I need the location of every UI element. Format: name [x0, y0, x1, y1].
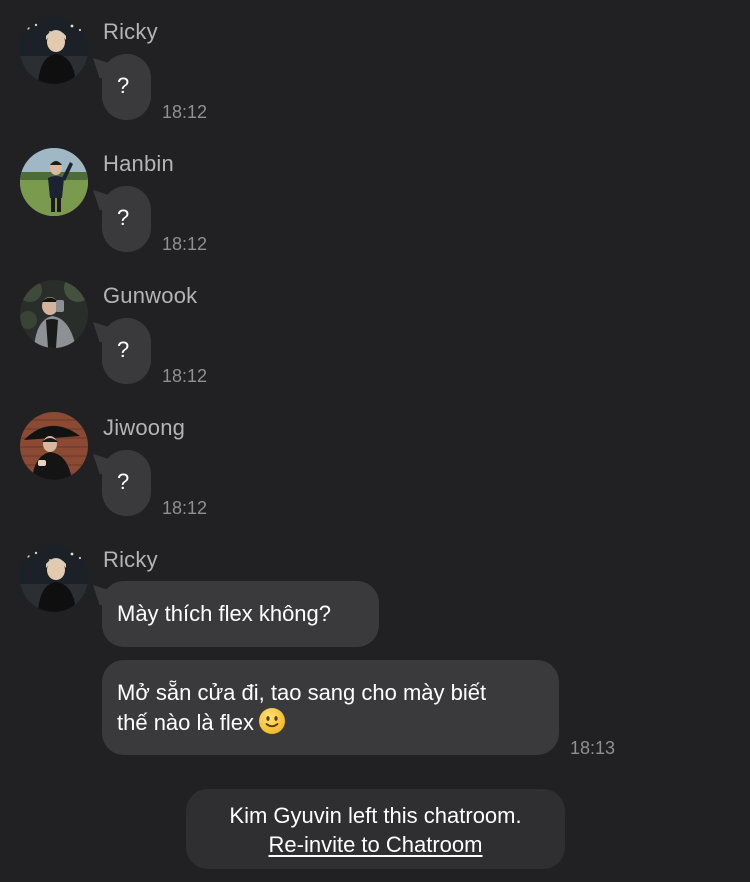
message-text: ? [117, 205, 130, 230]
message-text: ? [117, 73, 130, 98]
message-bubble[interactable]: ? [102, 450, 151, 516]
ricky-avatar[interactable] [20, 544, 88, 612]
sender-name: Jiwoong [103, 415, 186, 440]
message-text: ? [117, 469, 130, 494]
jiwoong-avatar[interactable] [20, 412, 88, 480]
system-notice-text: Kim Gyuvin left this chatroom. [229, 803, 522, 828]
timestamp: 18:13 [570, 738, 616, 758]
message-bubble[interactable]: ? [102, 54, 151, 120]
timestamp: 18:12 [162, 366, 208, 386]
timestamp: 18:12 [162, 498, 208, 518]
message-text: Mày thích flex không? [117, 601, 332, 626]
message-bubble[interactable]: Mở sẵn cửa đi, tao sang cho mày biết thế… [102, 660, 559, 755]
message-text-line: Mở sẵn cửa đi, tao sang cho mày biết [117, 680, 487, 705]
ricky-avatar[interactable] [20, 16, 88, 84]
re-invite-link[interactable]: Re-invite to Chatroom [269, 832, 483, 857]
message-bubble[interactable]: ? [102, 186, 151, 252]
sender-name: Gunwook [103, 283, 198, 308]
timestamp: 18:12 [162, 102, 208, 122]
timestamp: 18:12 [162, 234, 208, 254]
message-text: ? [117, 337, 130, 362]
message-bubble[interactable]: Mày thích flex không? [102, 581, 379, 647]
message-bubble[interactable]: ? [102, 318, 151, 384]
system-notice: Kim Gyuvin left this chatroom. Re-invite… [186, 789, 565, 869]
sender-name: Hanbin [103, 151, 174, 176]
sender-name: Ricky [103, 19, 158, 44]
slightly-smiling-face-icon [258, 707, 286, 742]
hanbin-avatar[interactable] [20, 148, 88, 216]
message-text-line: thế nào là flex [117, 710, 254, 735]
sender-name: Ricky [103, 547, 158, 572]
gunwook-avatar[interactable] [20, 280, 88, 348]
